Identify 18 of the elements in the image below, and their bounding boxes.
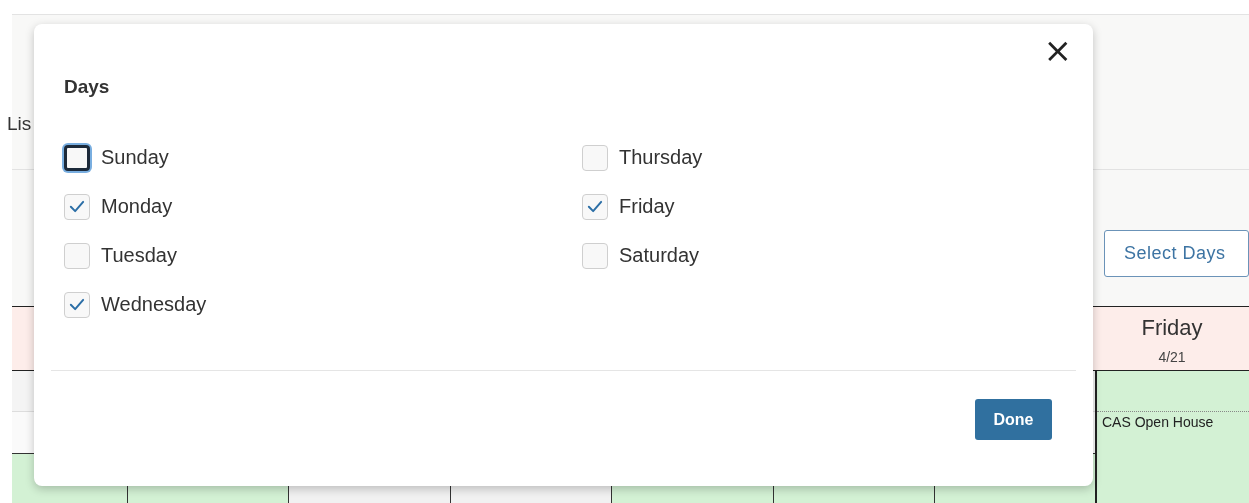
- checkbox-label[interactable]: Sunday: [101, 146, 169, 169]
- check-icon: [69, 298, 85, 311]
- checkbox-label[interactable]: Tuesday: [101, 244, 177, 267]
- page-heading: Lis: [7, 113, 32, 135]
- day-name: Friday: [1141, 315, 1203, 341]
- checkbox-label[interactable]: Thursday: [619, 146, 703, 169]
- event-title: CAS Open House: [1101, 414, 1215, 430]
- close-button[interactable]: ×: [1043, 36, 1072, 64]
- checkbox-label[interactable]: Friday: [619, 195, 675, 218]
- check-icon: [587, 200, 603, 213]
- checkbox-label[interactable]: Saturday: [619, 244, 700, 267]
- select-days-button[interactable]: Select Days: [1104, 230, 1249, 277]
- done-button[interactable]: Done: [975, 399, 1052, 440]
- checkbox-label[interactable]: Monday: [101, 195, 173, 218]
- day-date: 4/21: [1158, 349, 1186, 365]
- checkbox-label[interactable]: Wednesday: [101, 293, 207, 316]
- check-icon: [69, 200, 85, 213]
- dialog-title: Days: [64, 76, 110, 98]
